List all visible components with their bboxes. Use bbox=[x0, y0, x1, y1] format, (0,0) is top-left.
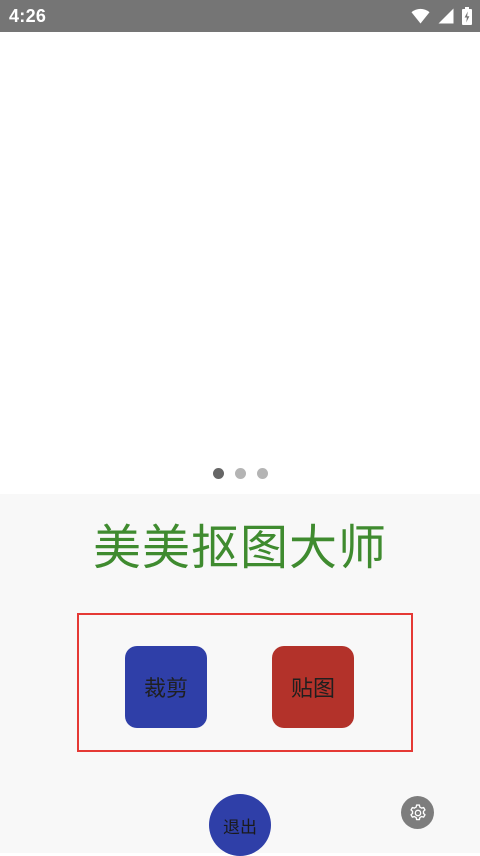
exit-button[interactable]: 退出 bbox=[209, 794, 271, 856]
crop-button-label: 裁剪 bbox=[143, 677, 188, 702]
sticker-button-label: 贴图 bbox=[290, 677, 335, 702]
status-bar: 4:26 bbox=[0, 0, 480, 32]
page-dot bbox=[256, 468, 268, 479]
sticker-button[interactable]: 贴图 bbox=[272, 646, 354, 728]
cell-signal-icon bbox=[438, 8, 454, 24]
app-title: 美美抠图大师 bbox=[92, 520, 387, 576]
page-dot-active bbox=[212, 468, 224, 479]
wifi-icon bbox=[411, 8, 430, 24]
status-icons bbox=[411, 7, 472, 25]
gear-icon bbox=[409, 803, 426, 820]
page-dot bbox=[234, 468, 246, 479]
crop-button[interactable]: 裁剪 bbox=[125, 646, 207, 728]
exit-button-label: 退出 bbox=[223, 817, 257, 838]
settings-button[interactable] bbox=[401, 796, 434, 829]
battery-charging-icon bbox=[462, 7, 472, 25]
page-indicator bbox=[0, 468, 480, 480]
banner-area[interactable] bbox=[0, 32, 480, 494]
status-time: 4:26 bbox=[9, 6, 47, 26]
